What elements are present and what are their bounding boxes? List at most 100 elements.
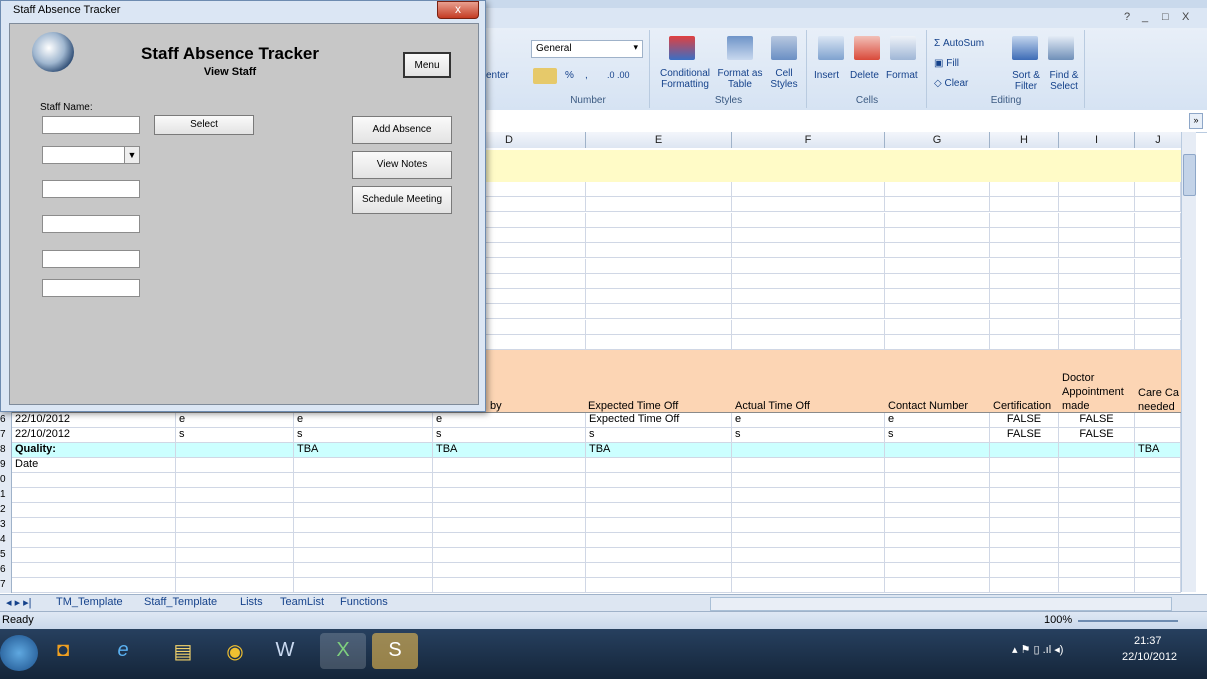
table-cell[interactable] [586, 578, 732, 593]
table-cell[interactable] [1059, 197, 1135, 213]
table-cell[interactable] [1135, 473, 1181, 488]
table-cell[interactable] [885, 289, 990, 305]
word-icon[interactable]: W [262, 633, 308, 669]
table-cell[interactable] [586, 533, 732, 548]
table-cell[interactable] [885, 533, 990, 548]
table-cell[interactable] [990, 518, 1059, 533]
table-cell[interactable] [294, 503, 433, 518]
table-cell[interactable] [732, 518, 885, 533]
table-cell[interactable] [586, 182, 732, 197]
table-cell[interactable] [1135, 548, 1181, 563]
table-cell[interactable] [1135, 182, 1181, 197]
decimal-buttons[interactable]: .0 .00 [607, 70, 630, 81]
table-cell[interactable] [1059, 533, 1135, 548]
table-cell[interactable]: TBA [294, 443, 433, 458]
tray-icons[interactable]: ▴ ⚑ ▯ .ıl ◂) [1012, 643, 1063, 656]
table-cell[interactable]: e [732, 413, 885, 428]
table-cell[interactable] [990, 289, 1059, 305]
table-cell[interactable] [1135, 413, 1181, 428]
table-cell[interactable] [1135, 243, 1181, 259]
table-cell[interactable]: FALSE [990, 413, 1059, 428]
table-cell[interactable] [1135, 563, 1181, 578]
table-cell[interactable] [885, 443, 990, 458]
table-cell[interactable] [176, 533, 294, 548]
table-cell[interactable] [1135, 518, 1181, 533]
add-absence-button[interactable]: Add Absence [352, 116, 452, 144]
table-cell[interactable] [12, 503, 176, 518]
table-cell[interactable] [586, 473, 732, 488]
table-cell[interactable] [885, 473, 990, 488]
percent-button[interactable]: % [565, 70, 574, 81]
staff-dropdown[interactable]: ▼ [42, 146, 140, 164]
table-cell[interactable] [294, 578, 433, 593]
table-cell[interactable] [12, 473, 176, 488]
table-cell[interactable] [732, 258, 885, 274]
schedule-meeting-button[interactable]: Schedule Meeting [352, 186, 452, 214]
table-cell[interactable] [732, 488, 885, 503]
vertical-scrollbar[interactable] [1181, 132, 1196, 592]
table-cell[interactable] [12, 548, 176, 563]
table-cell[interactable] [586, 243, 732, 259]
table-cell[interactable] [1059, 258, 1135, 274]
table-cell[interactable] [732, 335, 885, 350]
table-cell[interactable] [433, 563, 586, 578]
table-cell[interactable] [176, 443, 294, 458]
table-cell[interactable] [885, 243, 990, 259]
table-cell[interactable] [1059, 578, 1135, 593]
outlook-icon[interactable]: ◘ [40, 633, 86, 669]
table-cell[interactable] [885, 258, 990, 274]
column-header-h[interactable]: H [990, 132, 1059, 148]
table-cell[interactable] [1059, 304, 1135, 320]
currency-icon[interactable] [533, 68, 557, 84]
close-icon[interactable]: X [1182, 11, 1189, 23]
row-number[interactable]: 4 [0, 533, 11, 548]
minimize-icon[interactable]: _ [1142, 11, 1148, 23]
table-cell[interactable] [586, 227, 732, 243]
staff-field-3[interactable] [42, 250, 140, 268]
table-cell[interactable] [1135, 273, 1181, 289]
table-cell[interactable] [433, 518, 586, 533]
table-cell[interactable]: s [732, 428, 885, 443]
table-cell[interactable]: e [433, 413, 586, 428]
table-cell[interactable] [1059, 212, 1135, 228]
table-cell[interactable] [1135, 458, 1181, 473]
table-cell[interactable] [885, 182, 990, 197]
clock-time[interactable]: 21:37 [1134, 635, 1162, 647]
tab-nav-arrows[interactable]: ◂ ▸ ▸| [6, 596, 32, 609]
fill-button[interactable]: ▣ Fill [934, 58, 959, 69]
table-cell[interactable] [294, 488, 433, 503]
table-cell[interactable] [1059, 335, 1135, 350]
table-cell[interactable] [885, 488, 990, 503]
table-cell[interactable] [1135, 503, 1181, 518]
table-cell[interactable] [1135, 488, 1181, 503]
merge-center-button[interactable]: enter [486, 70, 509, 81]
table-cell[interactable]: FALSE [1059, 428, 1135, 443]
table-cell[interactable] [732, 319, 885, 335]
staff-field-2[interactable] [42, 215, 140, 233]
restore-icon[interactable]: □ [1162, 11, 1169, 23]
table-cell[interactable] [586, 289, 732, 305]
chevron-down-icon[interactable]: » [1189, 113, 1203, 129]
table-cell[interactable] [176, 563, 294, 578]
column-header-e[interactable]: E [586, 132, 732, 148]
table-cell[interactable] [990, 182, 1059, 197]
horizontal-scrollbar[interactable] [710, 597, 1172, 611]
chevron-down-icon[interactable]: ▼ [124, 147, 139, 163]
table-cell[interactable] [1059, 182, 1135, 197]
table-cell[interactable] [1135, 212, 1181, 228]
chrome-icon[interactable]: ◉ [212, 633, 258, 669]
table-cell[interactable] [1059, 273, 1135, 289]
staff-field-4[interactable] [42, 279, 140, 297]
table-cell[interactable] [990, 548, 1059, 563]
format-button[interactable]: Format [886, 70, 918, 81]
table-cell[interactable] [1135, 428, 1181, 443]
table-cell[interactable] [885, 518, 990, 533]
table-cell[interactable] [1135, 533, 1181, 548]
table-cell[interactable] [586, 335, 732, 350]
select-button[interactable]: Select [154, 115, 254, 135]
table-cell[interactable] [176, 503, 294, 518]
table-cell[interactable]: e [176, 413, 294, 428]
table-cell[interactable] [990, 304, 1059, 320]
table-cell[interactable] [586, 273, 732, 289]
table-cell[interactable] [586, 518, 732, 533]
